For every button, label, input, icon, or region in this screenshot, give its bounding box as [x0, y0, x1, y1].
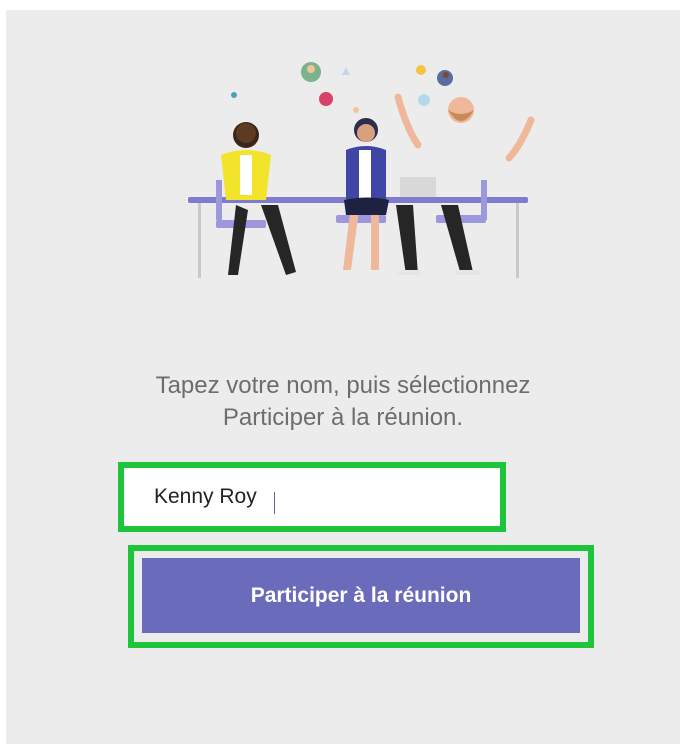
meeting-illustration-icon: [188, 62, 535, 278]
text-caret: [274, 492, 275, 514]
join-button-frame: Participer à la réunion: [128, 545, 594, 648]
instruction-line-2: Participer à la réunion.: [222, 404, 464, 431]
join-meeting-button[interactable]: Participer à la réunion: [142, 558, 580, 633]
instruction-text: Tapez votre nom, puis sélectionnez Parti…: [6, 370, 680, 434]
name-input[interactable]: [134, 474, 490, 520]
name-field-container: [118, 462, 506, 532]
instruction-line-1: Tapez votre nom, puis sélectionnez: [155, 372, 531, 399]
join-panel: Tapez votre nom, puis sélectionnez Parti…: [6, 10, 680, 744]
